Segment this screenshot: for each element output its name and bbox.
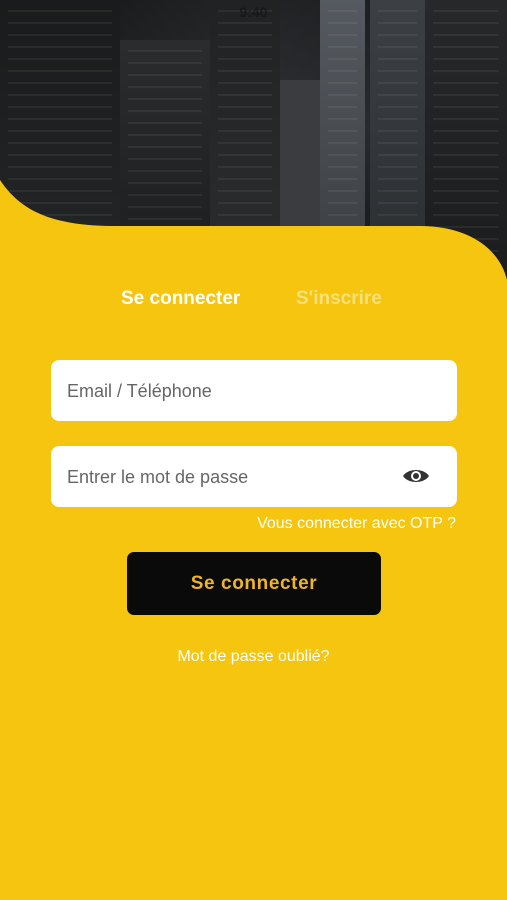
otp-login-link[interactable]: Vous connecter avec OTP ?	[257, 515, 456, 533]
password-input[interactable]	[65, 446, 399, 509]
tab-signup[interactable]: S'inscrire	[296, 288, 382, 310]
login-button[interactable]: Se connecter	[127, 552, 381, 615]
email-field[interactable]	[51, 360, 457, 423]
email-input[interactable]	[65, 360, 399, 423]
auth-tabs: Se connecter S'inscrire	[0, 288, 507, 316]
tab-login[interactable]: Se connecter	[121, 288, 240, 310]
forgot-password-link[interactable]: Mot de passe oublié?	[0, 648, 507, 666]
status-bar-time: 9:40	[239, 4, 268, 20]
eye-icon[interactable]	[401, 465, 431, 487]
password-field[interactable]	[51, 446, 457, 509]
